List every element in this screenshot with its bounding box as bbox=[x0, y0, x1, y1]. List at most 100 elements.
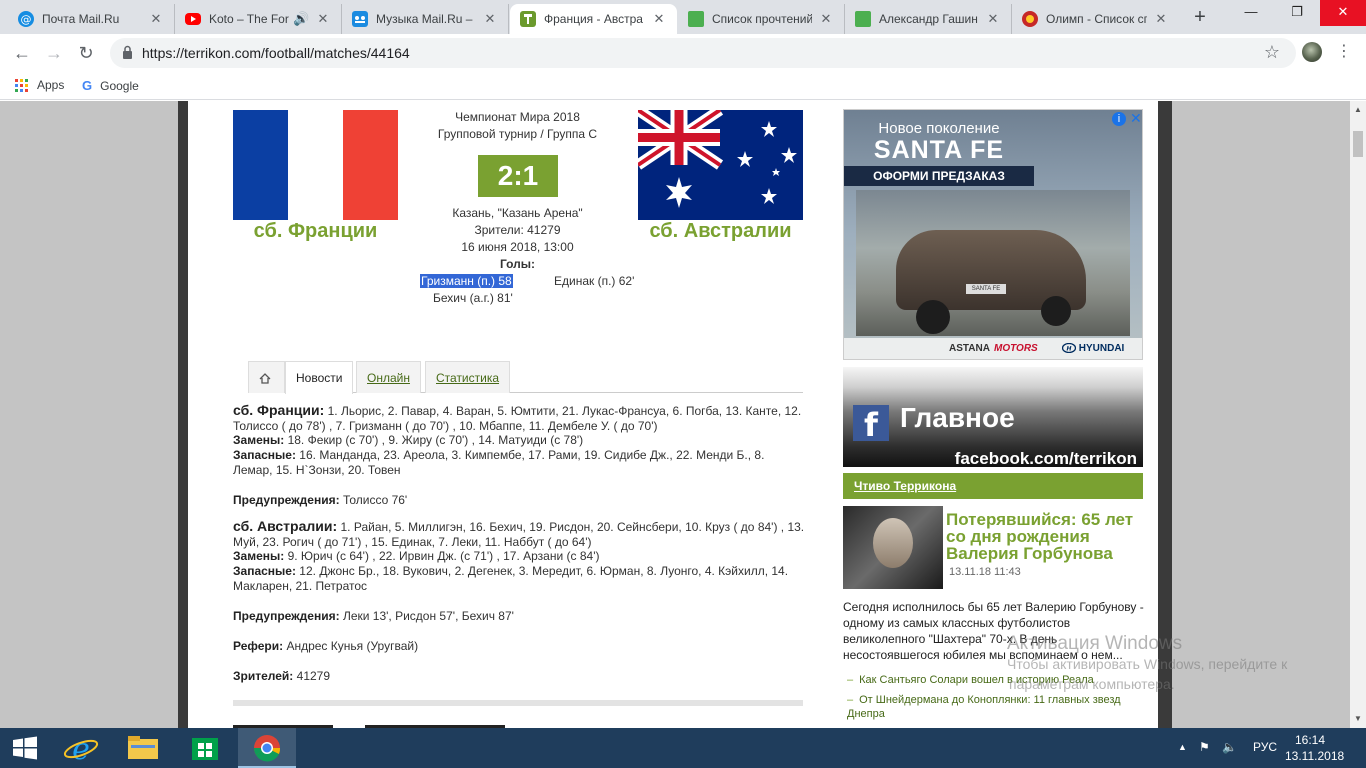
back-arrow-icon[interactable]: ← bbox=[10, 42, 34, 64]
tab-mail[interactable]: @ Почта Mail.Ru ✕ bbox=[8, 4, 175, 34]
tab-statistics[interactable]: Статистика bbox=[425, 361, 511, 393]
tab-youtube[interactable]: Koto – The For 🔊 ✕ bbox=[175, 4, 342, 34]
car-image: SANTA FE bbox=[856, 190, 1130, 336]
news-title[interactable]: Потерявшийся: 65 лет со дня рождения Вал… bbox=[946, 511, 1146, 562]
tab-reading-list[interactable]: Список прочтений ✕ bbox=[678, 4, 845, 34]
facebook-banner[interactable]: f Главное facebook.com/terrikon bbox=[843, 367, 1143, 467]
home-lineup: сб. Франции: 1. Льорис, 2. Павар, 4. Вар… bbox=[233, 402, 802, 434]
close-window-button[interactable]: ✕ bbox=[1320, 0, 1366, 26]
tab-online[interactable]: Онлайн bbox=[356, 361, 421, 393]
tournament-stage: Групповой турнир / Группа C bbox=[437, 127, 598, 141]
ad-close-icon[interactable]: ✕ bbox=[1130, 110, 1142, 126]
tab-news[interactable]: Новости bbox=[285, 361, 354, 394]
at-icon: @ bbox=[18, 11, 34, 27]
close-icon[interactable]: ✕ bbox=[818, 11, 834, 27]
tab-terrikon-active[interactable]: Франция - Австра ✕ bbox=[510, 4, 677, 34]
tab-gashin[interactable]: Александр Гашин ✕ bbox=[845, 4, 1012, 34]
bookmarks-bar: Apps G Google bbox=[0, 72, 1366, 100]
profile-avatar[interactable] bbox=[1302, 42, 1322, 62]
scroll-up-arrow-icon[interactable]: ▲ bbox=[1350, 105, 1366, 114]
terrikon-icon bbox=[520, 11, 536, 27]
close-icon[interactable]: ✕ bbox=[482, 11, 498, 27]
ad-info-icon[interactable]: i bbox=[1112, 112, 1126, 126]
windows-taskbar: e ▲ ⚑ 🔈 РУС 16:14 13.11.2018 bbox=[0, 728, 1366, 768]
away-team-name[interactable]: сб. Австралии bbox=[638, 220, 803, 243]
internet-explorer-icon: e bbox=[63, 732, 99, 767]
scroll-down-arrow-icon[interactable]: ▼ bbox=[1350, 714, 1366, 723]
minimize-button[interactable]: — bbox=[1228, 0, 1274, 26]
close-icon[interactable]: ✕ bbox=[315, 11, 331, 27]
tournament-name: Чемпионат Мира 2018 bbox=[455, 110, 580, 124]
home-team-name[interactable]: сб. Франции bbox=[233, 220, 398, 243]
windows-activation-watermark: Активация Windows Чтобы активировать Win… bbox=[1007, 633, 1288, 693]
away-reserves: Запасные: 12. Джонс Бр., 18. Вукович, 2.… bbox=[233, 564, 789, 593]
new-tab-button[interactable]: + bbox=[1188, 6, 1212, 29]
reading-section-link[interactable]: Чтиво Терриконa bbox=[854, 479, 956, 493]
australia-flag bbox=[638, 110, 803, 220]
hyundai-logo: H HYUNDAI bbox=[1061, 338, 1124, 359]
forward-arrow-icon[interactable]: → bbox=[42, 42, 66, 64]
home-goal-1: Гризманн (п.) 58 bbox=[420, 274, 513, 288]
taskbar-ie[interactable]: e bbox=[52, 728, 110, 768]
tab-home[interactable] bbox=[248, 361, 285, 393]
home-warnings: Предупреждения: Толиссо 76' bbox=[233, 493, 408, 507]
ad-footer: ASTANA MOTORS H HYUNDAI bbox=[844, 338, 1142, 359]
browser-tab-strip: @ Почта Mail.Ru ✕ Koto – The For 🔊 ✕ Муз… bbox=[0, 0, 1366, 34]
page-scrollbar[interactable]: ▲ ▼ bbox=[1350, 101, 1366, 728]
taskbar-store[interactable] bbox=[176, 728, 234, 768]
match-score: 2:1 bbox=[478, 155, 558, 197]
olimp-icon bbox=[1022, 11, 1038, 27]
away-substitutions: Замены: 9. Юрич (с 64') , 22. Ирвин Дж. … bbox=[233, 549, 600, 563]
away-warnings: Предупреждения: Леки 13', Рисдон 57', Бе… bbox=[233, 609, 514, 623]
taskbar-explorer[interactable] bbox=[114, 728, 172, 768]
content-tabs: Новости Онлайн Статистика bbox=[248, 361, 803, 394]
bookmark-apps[interactable]: Apps bbox=[15, 78, 64, 92]
close-icon[interactable]: ✕ bbox=[1153, 11, 1169, 27]
system-clock[interactable]: 16:14 13.11.2018 bbox=[1285, 732, 1344, 764]
music-icon bbox=[352, 11, 368, 27]
away-goal-1: Единак (п.) 62' bbox=[554, 274, 635, 288]
google-g-icon: G bbox=[82, 78, 93, 93]
bookmark-star-icon[interactable]: ☆ bbox=[1264, 42, 1280, 63]
related-link-2[interactable]: – От Шнейдермана до Коноплянки: 11 главны… bbox=[847, 693, 1137, 721]
apps-grid-icon bbox=[15, 78, 28, 92]
svg-text:e: e bbox=[72, 732, 90, 767]
address-bar[interactable]: https://terrikon.com/football/matches/44… bbox=[110, 38, 1296, 68]
close-icon[interactable]: ✕ bbox=[985, 11, 1001, 27]
network-flag-icon[interactable]: ⚑ bbox=[1199, 740, 1210, 754]
lock-icon bbox=[123, 45, 132, 59]
svg-text:@: @ bbox=[21, 13, 32, 26]
page-viewport: сб. Франции сб. Австралии Чемпионат Мира… bbox=[0, 101, 1350, 728]
bookmark-google[interactable]: G Google bbox=[82, 78, 139, 93]
sheet-icon bbox=[688, 11, 704, 27]
start-button[interactable] bbox=[0, 728, 50, 768]
hyundai-ad-banner[interactable]: Новое поколение SANTA FE ОФОРМИ ПРЕДЗАКА… bbox=[843, 109, 1143, 360]
scroll-thumb[interactable] bbox=[1353, 131, 1363, 157]
folder-icon bbox=[128, 736, 158, 759]
windows-logo-icon bbox=[13, 736, 37, 760]
close-icon[interactable]: ✕ bbox=[148, 11, 164, 27]
close-icon[interactable]: ✕ bbox=[651, 11, 667, 27]
section-divider bbox=[233, 700, 803, 706]
speaker-icon[interactable]: 🔊 bbox=[293, 11, 309, 27]
page-left-border bbox=[178, 101, 188, 728]
volume-icon[interactable]: 🔈 bbox=[1222, 740, 1237, 754]
taskbar-chrome[interactable] bbox=[238, 728, 296, 768]
home-reserves: Запасные: 16. Манданда, 23. Ареола, 3. К… bbox=[233, 448, 765, 477]
menu-kebab-icon[interactable]: ⋮ bbox=[1336, 42, 1352, 62]
home-goal-2: Бехич (а.г.) 81' bbox=[433, 291, 513, 305]
tray-chevron-up-icon[interactable]: ▲ bbox=[1178, 742, 1187, 752]
tab-music[interactable]: Музыка Mail.Ru – с ✕ bbox=[342, 4, 509, 34]
language-indicator[interactable]: РУС bbox=[1253, 740, 1277, 754]
maximize-button[interactable]: ❐ bbox=[1274, 0, 1320, 26]
svg-text:H: H bbox=[1066, 346, 1071, 353]
store-icon bbox=[192, 738, 218, 760]
home-substitutions: Замены: 18. Фекир (с 70') , 9. Жиру (с 7… bbox=[233, 433, 584, 447]
youtube-icon bbox=[185, 13, 201, 25]
news-thumbnail[interactable] bbox=[843, 506, 943, 589]
tab-olimp[interactable]: Олимп - Список сп ✕ bbox=[1012, 4, 1179, 34]
reload-icon[interactable]: ↻ bbox=[74, 42, 98, 64]
away-lineup: сб. Австралии: 1. Райан, 5. Миллигэн, 16… bbox=[233, 518, 805, 550]
chrome-icon bbox=[253, 735, 281, 762]
facebook-icon: f bbox=[853, 405, 889, 444]
